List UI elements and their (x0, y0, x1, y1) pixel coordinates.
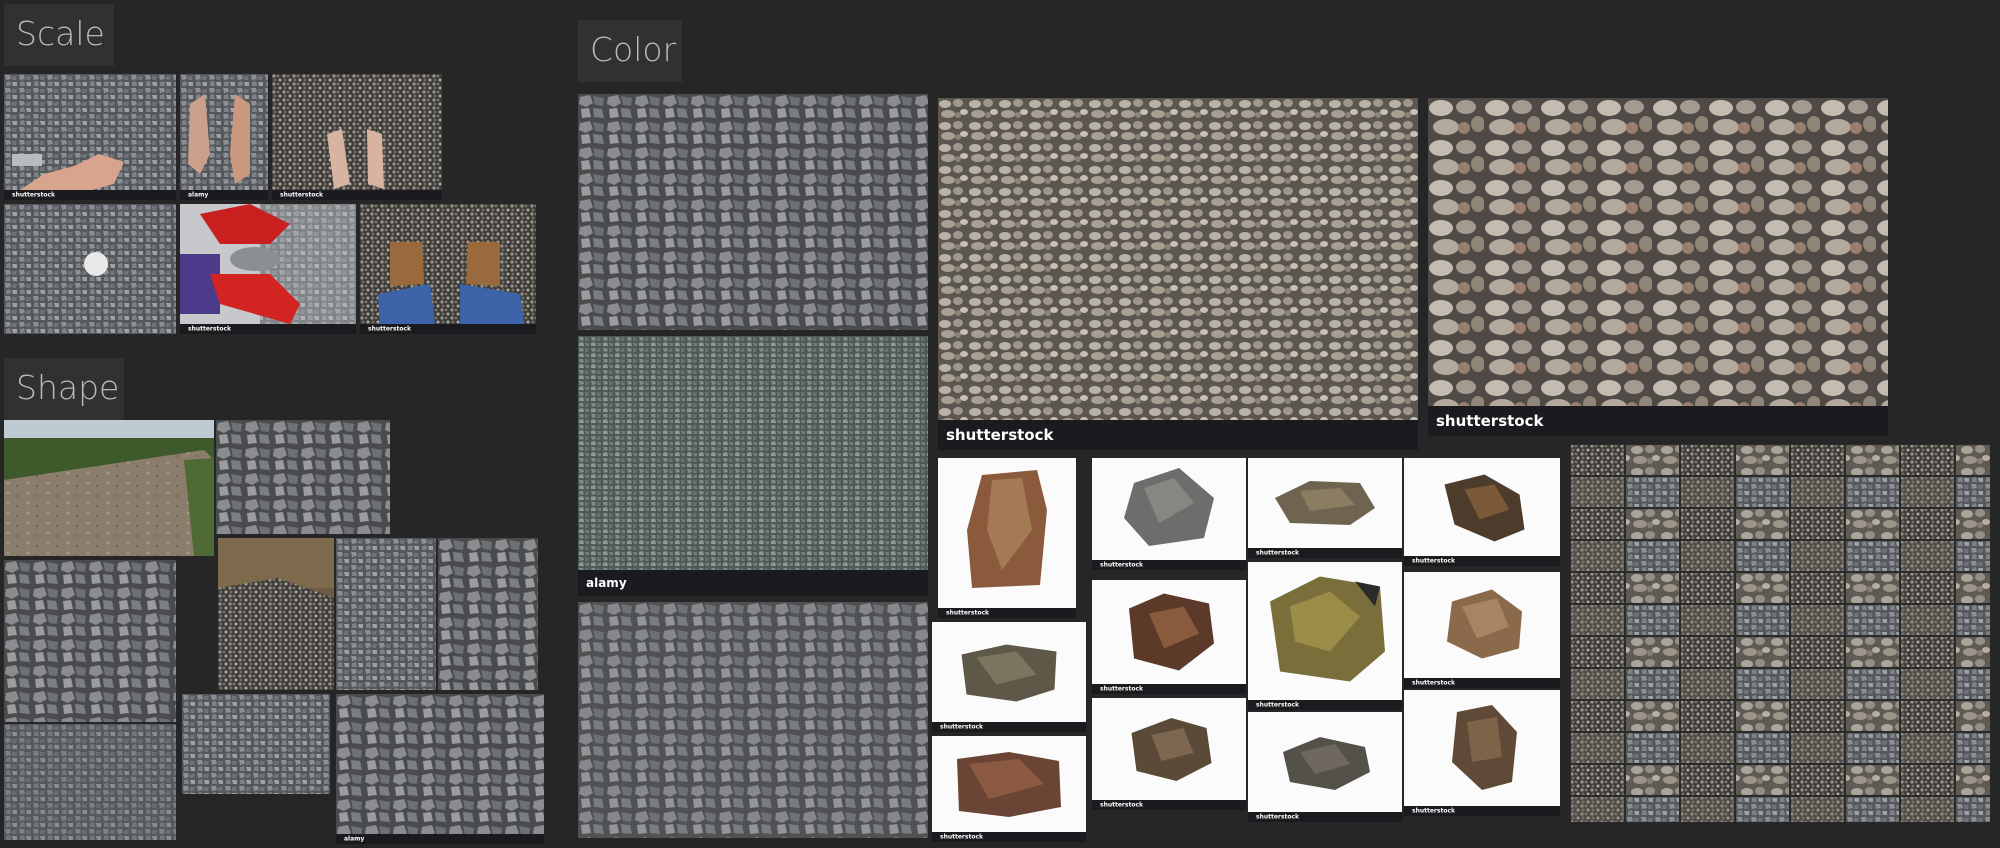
rock-image-tan-boulder[interactable]: shutterstock (1404, 572, 1560, 688)
shape-image-crushed-stone-1[interactable] (4, 560, 176, 722)
scale-image-hand-gravel[interactable]: shutterstock (4, 74, 176, 200)
shutterstock-watermark: shutterstock (1248, 700, 1402, 710)
rock-image-grey-lump[interactable]: shutterstock (1248, 712, 1402, 822)
scale-image-feet-dark-gravel[interactable]: shutterstock (272, 74, 442, 200)
scale-image-boots[interactable]: shutterstock (360, 204, 536, 334)
shutterstock-watermark: shutterstock (1428, 406, 1888, 436)
shape-image-angular-rocks[interactable] (216, 420, 390, 534)
section-label-color: Color (578, 20, 682, 82)
shape-image-wall-pile[interactable] (218, 538, 334, 690)
shutterstock-watermark: shutterstock (4, 190, 176, 200)
rock-image-grey-boulder[interactable]: shutterstock (1092, 458, 1246, 570)
shutterstock-watermark: shutterstock (1404, 556, 1560, 566)
shutterstock-watermark: shutterstock (272, 190, 442, 200)
rock-image-grey-brown-slab[interactable]: shutterstock (932, 622, 1086, 732)
color-image-large-pebbles[interactable]: shutterstock (1428, 98, 1888, 436)
shutterstock-watermark: shutterstock (180, 324, 356, 334)
shutterstock-watermark: shutterstock (1404, 806, 1560, 816)
color-image-beige-pebbles[interactable]: shutterstock (938, 98, 1418, 450)
color-image-light-crushed[interactable] (578, 602, 928, 838)
rock-image-flat-brown[interactable]: shutterstock (1248, 458, 1402, 558)
scale-image-gloves[interactable]: shutterstock (180, 204, 356, 334)
color-image-dark-crushed[interactable] (578, 94, 928, 330)
shape-image-large-angular[interactable]: alamy (336, 694, 544, 844)
alamy-watermark: alamy (336, 834, 544, 844)
scale-image-feet[interactable]: alamy (180, 74, 268, 200)
shutterstock-watermark: shutterstock (932, 722, 1086, 732)
shape-image-grey-chips[interactable] (182, 694, 330, 794)
section-label-shape: Shape (4, 358, 124, 420)
color-image-green-gravel[interactable]: alamy (578, 336, 928, 596)
rock-image-brown-chunk[interactable]: shutterstock (1092, 580, 1246, 694)
shutterstock-watermark: shutterstock (1092, 684, 1246, 694)
rock-image-brown-round[interactable]: shutterstock (1092, 698, 1246, 810)
shape-image-crushed-stone-3[interactable] (438, 538, 538, 690)
color-image-gravel-mosaic[interactable] (1570, 444, 1990, 822)
shutterstock-watermark: shutterstock (938, 420, 1418, 450)
shape-image-gravel-road[interactable] (4, 420, 214, 556)
shutterstock-watermark: shutterstock (1248, 812, 1402, 822)
rock-image-red-slab[interactable]: shutterstock (932, 736, 1086, 842)
alamy-watermark: alamy (578, 570, 928, 596)
shutterstock-watermark: shutterstock (1248, 548, 1402, 558)
shape-image-flat-gravel[interactable] (4, 724, 176, 840)
rock-image-tall-brown[interactable]: shutterstock (1404, 690, 1560, 816)
shutterstock-watermark: shutterstock (938, 608, 1076, 618)
shutterstock-watermark: shutterstock (1404, 678, 1560, 688)
shape-image-crushed-stone-2[interactable] (336, 538, 436, 690)
shutterstock-watermark: shutterstock (1092, 800, 1246, 810)
rock-image-petrified-wood[interactable]: shutterstock (938, 458, 1076, 618)
shutterstock-watermark: shutterstock (360, 324, 536, 334)
shutterstock-watermark: shutterstock (1092, 560, 1246, 570)
shutterstock-watermark: shutterstock (932, 832, 1086, 842)
section-label-scale: Scale (4, 4, 114, 66)
alamy-watermark: alamy (180, 190, 268, 200)
rock-image-dark-brown[interactable]: shutterstock (1404, 458, 1560, 566)
rock-image-olive-gold[interactable]: shutterstock (1248, 562, 1402, 710)
scale-image-coin-gravel[interactable] (4, 204, 176, 334)
